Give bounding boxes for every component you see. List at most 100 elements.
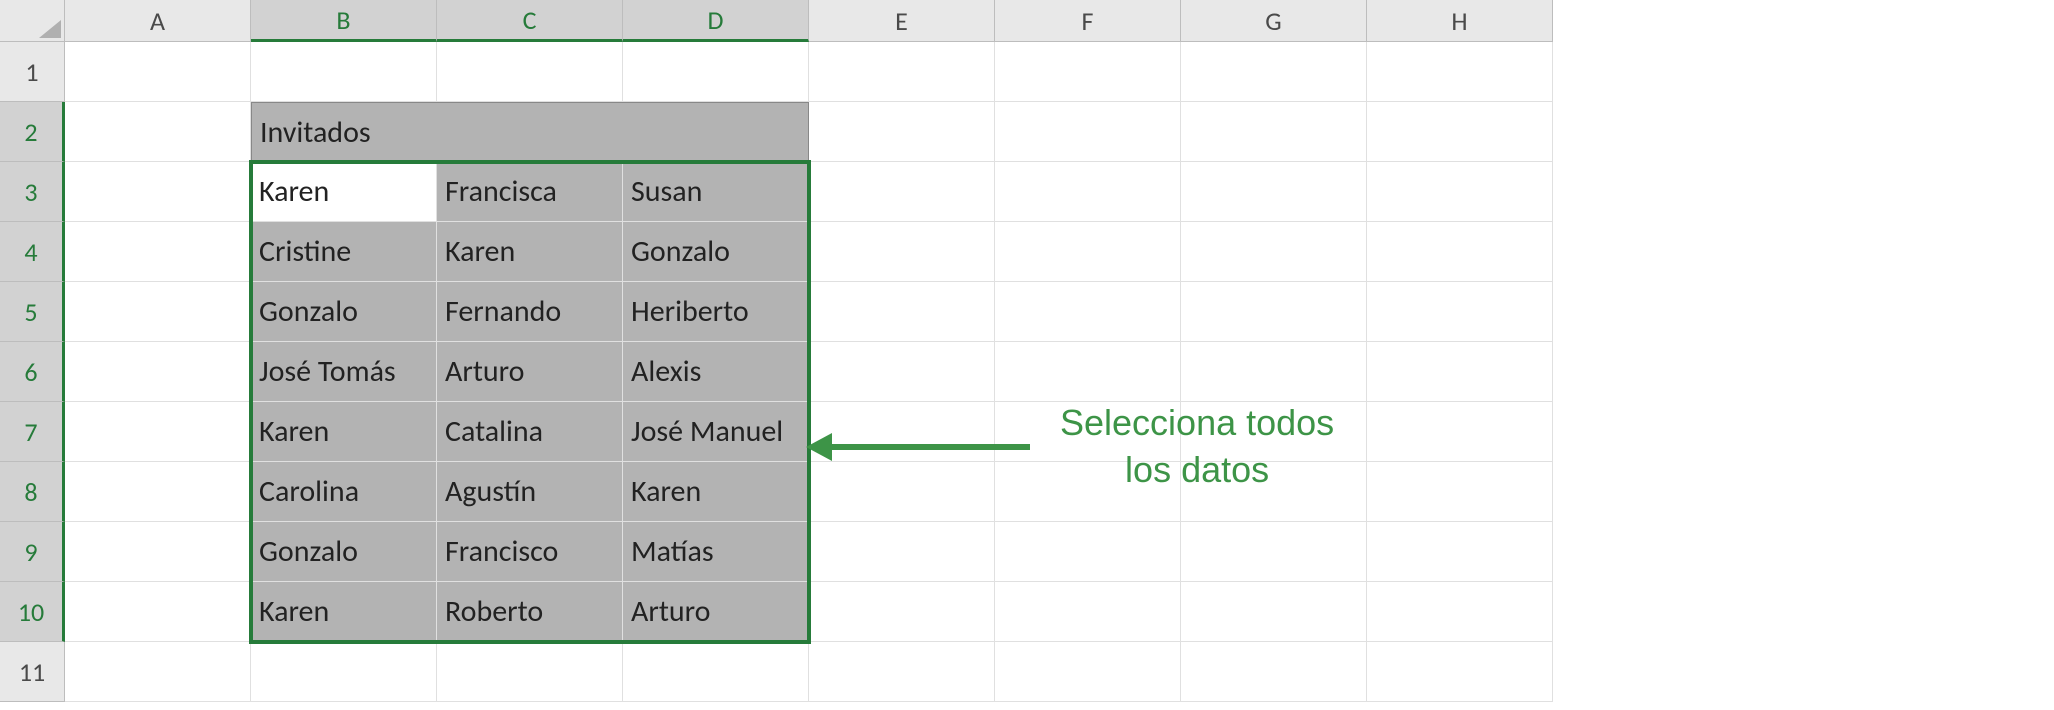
cell-H5[interactable]: [1367, 282, 1553, 342]
cell-B11[interactable]: [251, 642, 437, 702]
cell-B6[interactable]: José Tomás: [251, 342, 437, 402]
cell-G2[interactable]: [1181, 102, 1367, 162]
cell-H7[interactable]: [1367, 402, 1553, 462]
select-all-corner[interactable]: [0, 0, 65, 42]
cell-A2[interactable]: [65, 102, 251, 162]
cell-B5[interactable]: Gonzalo: [251, 282, 437, 342]
cell-H8[interactable]: [1367, 462, 1553, 522]
cell-C11[interactable]: [437, 642, 623, 702]
cell-D5[interactable]: Heriberto: [623, 282, 809, 342]
cell-D3[interactable]: Susan: [623, 162, 809, 222]
cell-C7[interactable]: Catalina: [437, 402, 623, 462]
row-header-6[interactable]: 6: [0, 342, 65, 402]
cell-G5[interactable]: [1181, 282, 1367, 342]
cell-C1[interactable]: [437, 42, 623, 102]
col-header-F[interactable]: F: [995, 0, 1181, 42]
cell-C3[interactable]: Francisca: [437, 162, 623, 222]
cell-H11[interactable]: [1367, 642, 1553, 702]
cell-E4[interactable]: [809, 222, 995, 282]
cell-G6[interactable]: [1181, 342, 1367, 402]
col-header-C[interactable]: C: [437, 0, 623, 42]
cell-F5[interactable]: [995, 282, 1181, 342]
cell-G3[interactable]: [1181, 162, 1367, 222]
cell-H6[interactable]: [1367, 342, 1553, 402]
cell-H9[interactable]: [1367, 522, 1553, 582]
row-header-2[interactable]: 2: [0, 102, 65, 162]
col-header-A[interactable]: A: [65, 0, 251, 42]
cell-D9[interactable]: Matías: [623, 522, 809, 582]
cell-F10[interactable]: [995, 582, 1181, 642]
row-header-7[interactable]: 7: [0, 402, 65, 462]
cell-D7[interactable]: José Manuel: [623, 402, 809, 462]
cell-E9[interactable]: [809, 522, 995, 582]
cell-H1[interactable]: [1367, 42, 1553, 102]
cell-D8[interactable]: Karen: [623, 462, 809, 522]
row-header-10[interactable]: 10: [0, 582, 65, 642]
spreadsheet-grid[interactable]: A B C D E F G H 1 2 Invitados 3 Karen Fr…: [0, 0, 2054, 702]
cell-E11[interactable]: [809, 642, 995, 702]
row-header-3[interactable]: 3: [0, 162, 65, 222]
cell-C4[interactable]: Karen: [437, 222, 623, 282]
cell-E5[interactable]: [809, 282, 995, 342]
cell-B1[interactable]: [251, 42, 437, 102]
cell-C9[interactable]: Francisco: [437, 522, 623, 582]
cell-G11[interactable]: [1181, 642, 1367, 702]
cell-F6[interactable]: [995, 342, 1181, 402]
col-header-D[interactable]: D: [623, 0, 809, 42]
cell-A10[interactable]: [65, 582, 251, 642]
cell-E2[interactable]: [809, 102, 995, 162]
row-header-8[interactable]: 8: [0, 462, 65, 522]
row-header-11[interactable]: 11: [0, 642, 65, 702]
col-header-B[interactable]: B: [251, 0, 437, 42]
cell-F1[interactable]: [995, 42, 1181, 102]
col-header-G[interactable]: G: [1181, 0, 1367, 42]
cell-A4[interactable]: [65, 222, 251, 282]
cell-B2-merged[interactable]: Invitados: [251, 102, 809, 162]
cell-E10[interactable]: [809, 582, 995, 642]
cell-C8[interactable]: Agustín: [437, 462, 623, 522]
cell-B3[interactable]: Karen: [251, 162, 437, 222]
cell-F3[interactable]: [995, 162, 1181, 222]
cell-F2[interactable]: [995, 102, 1181, 162]
cell-C6[interactable]: Arturo: [437, 342, 623, 402]
cell-B7[interactable]: Karen: [251, 402, 437, 462]
cell-E3[interactable]: [809, 162, 995, 222]
cell-F11[interactable]: [995, 642, 1181, 702]
cell-A5[interactable]: [65, 282, 251, 342]
row-header-4[interactable]: 4: [0, 222, 65, 282]
cell-F4[interactable]: [995, 222, 1181, 282]
cell-B4[interactable]: Cristine: [251, 222, 437, 282]
col-header-E[interactable]: E: [809, 0, 995, 42]
cell-D6[interactable]: Alexis: [623, 342, 809, 402]
row-header-5[interactable]: 5: [0, 282, 65, 342]
cell-C10[interactable]: Roberto: [437, 582, 623, 642]
cell-G10[interactable]: [1181, 582, 1367, 642]
cell-H3[interactable]: [1367, 162, 1553, 222]
cell-B8[interactable]: Carolina: [251, 462, 437, 522]
cell-H4[interactable]: [1367, 222, 1553, 282]
cell-G9[interactable]: [1181, 522, 1367, 582]
cell-G1[interactable]: [1181, 42, 1367, 102]
row-header-1[interactable]: 1: [0, 42, 65, 102]
cell-A6[interactable]: [65, 342, 251, 402]
cell-A3[interactable]: [65, 162, 251, 222]
cell-E6[interactable]: [809, 342, 995, 402]
cell-C5[interactable]: Fernando: [437, 282, 623, 342]
cell-D10[interactable]: Arturo: [623, 582, 809, 642]
row-header-9[interactable]: 9: [0, 522, 65, 582]
col-header-H[interactable]: H: [1367, 0, 1553, 42]
cell-H2[interactable]: [1367, 102, 1553, 162]
cell-B10[interactable]: Karen: [251, 582, 437, 642]
cell-D1[interactable]: [623, 42, 809, 102]
cell-B9[interactable]: Gonzalo: [251, 522, 437, 582]
cell-G4[interactable]: [1181, 222, 1367, 282]
cell-F9[interactable]: [995, 522, 1181, 582]
cell-E1[interactable]: [809, 42, 995, 102]
cell-A7[interactable]: [65, 402, 251, 462]
cell-A1[interactable]: [65, 42, 251, 102]
cell-A8[interactable]: [65, 462, 251, 522]
cell-H10[interactable]: [1367, 582, 1553, 642]
cell-D11[interactable]: [623, 642, 809, 702]
cell-A11[interactable]: [65, 642, 251, 702]
cell-D4[interactable]: Gonzalo: [623, 222, 809, 282]
